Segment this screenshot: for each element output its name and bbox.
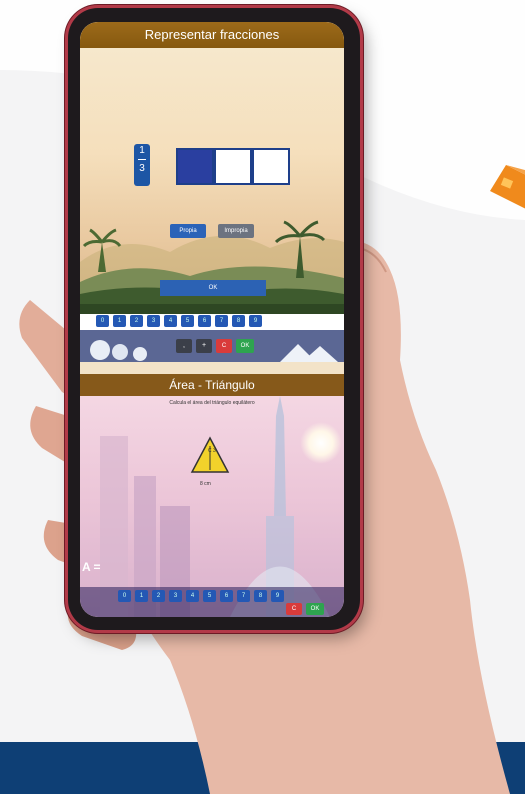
digit-key[interactable]: 9 xyxy=(249,315,262,327)
ok-key[interactable]: OK xyxy=(306,603,324,615)
fraction-part-empty[interactable] xyxy=(214,148,252,185)
clear-key[interactable]: C xyxy=(286,603,302,615)
fractions-exercise: Representar fracciones 1 3 Propia Improp… xyxy=(80,22,344,314)
instruction-text: Calcula el área del triángulo equilátero xyxy=(169,400,255,406)
fraction-line xyxy=(138,159,146,160)
digit-key[interactable]: 6 xyxy=(198,315,211,327)
digit-key[interactable]: 8 xyxy=(232,315,245,327)
sun-glow xyxy=(300,422,342,464)
ok-button[interactable]: OK xyxy=(160,280,266,296)
fractions-title: Representar fracciones xyxy=(80,22,344,48)
digit-key[interactable]: 2 xyxy=(152,590,165,602)
digit-key[interactable]: 1 xyxy=(113,315,126,327)
answer-label: A = xyxy=(82,560,101,574)
digit-key[interactable]: 3 xyxy=(169,590,182,602)
digit-key[interactable]: 5 xyxy=(203,590,216,602)
digit-key[interactable]: 0 xyxy=(96,315,109,327)
fraction-part-empty[interactable] xyxy=(252,148,290,185)
improper-button[interactable]: Impropia xyxy=(218,224,254,238)
jungle-landscape xyxy=(80,220,344,314)
side-length-label: 8 cm xyxy=(200,481,211,487)
digit-key[interactable]: 1 xyxy=(135,590,148,602)
fraction-part-filled[interactable] xyxy=(176,148,214,185)
keypad-scenery xyxy=(80,330,344,362)
ok-key[interactable]: OK xyxy=(236,339,254,353)
digit-key[interactable]: 3 xyxy=(147,315,160,327)
phone-screen: Representar fracciones 1 3 Propia Improp… xyxy=(80,22,344,617)
digit-key[interactable]: 9 xyxy=(271,590,284,602)
digit-key[interactable]: 0 xyxy=(118,590,131,602)
digit-key[interactable]: 7 xyxy=(237,590,250,602)
fraction-denominator: 3 xyxy=(139,163,145,174)
triangle-area-exercise xyxy=(80,396,344,617)
plus-key[interactable]: + xyxy=(196,339,212,353)
fraction-badge: 1 3 xyxy=(134,144,150,186)
triangle-icon xyxy=(190,436,230,473)
digit-key[interactable]: 4 xyxy=(186,590,199,602)
clear-key[interactable]: C xyxy=(216,339,232,353)
triangle-title: Área - Triángulo xyxy=(80,374,344,396)
proper-button[interactable]: Propia xyxy=(170,224,206,238)
comma-key[interactable]: , xyxy=(176,339,192,353)
digit-key[interactable]: 4 xyxy=(164,315,177,327)
digit-key[interactable]: 6 xyxy=(220,590,233,602)
digit-key[interactable]: 7 xyxy=(215,315,228,327)
digit-key[interactable]: 8 xyxy=(254,590,267,602)
side-marker: C 3 xyxy=(208,448,216,454)
keypad-triangle: 0 1 2 3 4 5 6 7 8 9 C OK xyxy=(80,587,344,617)
keypad-fractions: 0 1 2 3 4 5 6 7 8 9 , + C OK xyxy=(80,314,344,362)
fraction-numerator: 1 xyxy=(139,145,145,156)
digit-key[interactable]: 2 xyxy=(130,315,143,327)
digit-key[interactable]: 5 xyxy=(181,315,194,327)
